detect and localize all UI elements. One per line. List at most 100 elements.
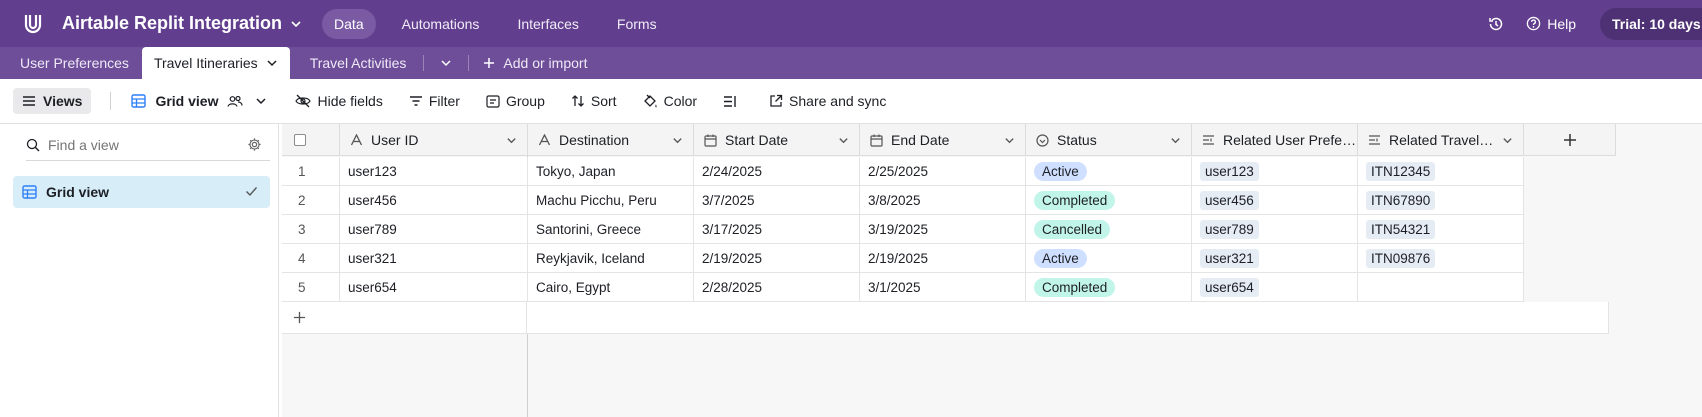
row-height-button[interactable] bbox=[723, 95, 743, 108]
linked-record-chip[interactable]: ITN12345 bbox=[1366, 161, 1436, 181]
table-row[interactable]: 1 user123 Tokyo, Japan 2/24/2025 2/25/2025 Ac… bbox=[282, 157, 1524, 189]
end-date-cell[interactable]: 3/19/2025 bbox=[860, 215, 1026, 244]
chevron-down-icon[interactable] bbox=[838, 135, 849, 146]
find-view-input[interactable]: Find a view bbox=[26, 129, 270, 161]
row-number[interactable]: 2 bbox=[282, 186, 340, 215]
current-view-button[interactable]: Grid view bbox=[131, 93, 267, 109]
table-row[interactable]: 2 user456 Machu Picchu, Peru 3/7/2025 3/8/20… bbox=[282, 186, 1524, 218]
related-user-preference-cell[interactable]: user654 bbox=[1192, 273, 1358, 302]
row-number[interactable]: 4 bbox=[282, 244, 340, 273]
related-user-preference-cell[interactable]: user123 bbox=[1192, 157, 1358, 186]
gear-icon[interactable] bbox=[247, 137, 262, 152]
related-travel-activity-cell[interactable]: ITN12345 bbox=[1358, 157, 1524, 186]
start-date-cell[interactable]: 2/24/2025 bbox=[694, 157, 860, 186]
column-header-status[interactable]: Status bbox=[1026, 124, 1192, 156]
column-header-destination[interactable]: Destination bbox=[528, 124, 694, 156]
row-number[interactable]: 5 bbox=[282, 273, 340, 302]
nav-data[interactable]: Data bbox=[322, 8, 376, 39]
home-logo-icon[interactable] bbox=[22, 13, 44, 35]
tab-user-preferences[interactable]: User Preferences bbox=[0, 47, 142, 79]
destination-cell[interactable]: Santorini, Greece bbox=[528, 215, 694, 244]
chevron-down-icon[interactable] bbox=[1004, 135, 1015, 146]
related-travel-activity-cell[interactable]: ITN67890 bbox=[1358, 186, 1524, 215]
share-and-sync-button[interactable]: Share and sync bbox=[769, 93, 886, 109]
related-travel-activity-cell[interactable]: ITN09876 bbox=[1358, 244, 1524, 273]
end-date-cell[interactable]: 2/19/2025 bbox=[860, 244, 1026, 273]
column-header-start-date[interactable]: Start Date bbox=[694, 124, 860, 156]
plus-icon[interactable] bbox=[282, 302, 527, 333]
end-date-cell[interactable]: 2/25/2025 bbox=[860, 157, 1026, 186]
sidebar-view-grid[interactable]: Grid view bbox=[13, 176, 270, 208]
related-user-preference-cell[interactable]: user789 bbox=[1192, 215, 1358, 244]
chevron-down-icon[interactable] bbox=[1502, 135, 1513, 146]
help-button[interactable]: Help bbox=[1526, 16, 1576, 32]
hide-fields-button[interactable]: Hide fields bbox=[295, 93, 383, 109]
tab-travel-itineraries[interactable]: Travel Itineraries bbox=[141, 47, 290, 79]
related-travel-activity-cell[interactable] bbox=[1358, 273, 1524, 302]
chevron-down-icon[interactable] bbox=[506, 135, 517, 146]
row-number[interactable]: 3 bbox=[282, 215, 340, 244]
nav-forms[interactable]: Forms bbox=[605, 9, 669, 39]
column-header-related-travel-activities[interactable]: Related Travel Activ… bbox=[1358, 124, 1524, 156]
select-all-checkbox[interactable] bbox=[294, 134, 306, 146]
destination-cell[interactable]: Cairo, Egypt bbox=[528, 273, 694, 302]
nav-interfaces[interactable]: Interfaces bbox=[505, 9, 590, 39]
table-row[interactable]: 3 user789 Santorini, Greece 3/17/2025 3/19/2… bbox=[282, 215, 1524, 247]
user-id-cell[interactable]: user456 bbox=[340, 186, 528, 215]
add-or-import-button[interactable]: Add or import bbox=[473, 47, 597, 79]
base-menu-chevron-icon[interactable] bbox=[290, 18, 302, 30]
user-id-cell[interactable]: user321 bbox=[340, 244, 528, 273]
chevron-down-icon[interactable] bbox=[672, 135, 683, 146]
linked-record-chip[interactable]: ITN67890 bbox=[1366, 190, 1436, 210]
linked-record-chip[interactable]: user123 bbox=[1200, 161, 1259, 181]
start-date-cell[interactable]: 2/19/2025 bbox=[694, 244, 860, 273]
chevron-down-icon[interactable] bbox=[255, 95, 267, 107]
status-cell[interactable]: Completed bbox=[1026, 186, 1192, 215]
chevron-down-icon[interactable] bbox=[266, 57, 278, 69]
column-header-related-user-preferences[interactable]: Related User Prefer… bbox=[1192, 124, 1358, 156]
column-header-end-date[interactable]: End Date bbox=[860, 124, 1026, 156]
status-cell[interactable]: Completed bbox=[1026, 273, 1192, 302]
status-cell[interactable]: Active bbox=[1026, 157, 1192, 186]
history-icon[interactable] bbox=[1488, 16, 1504, 32]
destination-cell[interactable]: Machu Picchu, Peru bbox=[528, 186, 694, 215]
linked-record-chip[interactable]: user654 bbox=[1200, 277, 1259, 297]
end-date-cell[interactable]: 3/1/2025 bbox=[860, 273, 1026, 302]
column-header-user-id[interactable]: User ID bbox=[340, 124, 528, 156]
destination-cell[interactable]: Tokyo, Japan bbox=[528, 157, 694, 186]
linked-record-chip[interactable]: ITN09876 bbox=[1366, 248, 1436, 268]
linked-record-chip[interactable]: user456 bbox=[1200, 190, 1259, 210]
linked-record-chip[interactable]: user321 bbox=[1200, 248, 1259, 268]
trial-badge[interactable]: Trial: 10 days left bbox=[1600, 7, 1702, 40]
add-record-row[interactable] bbox=[282, 302, 1609, 334]
destination-cell[interactable]: Reykjavik, Iceland bbox=[528, 244, 694, 273]
filter-button[interactable]: Filter bbox=[409, 93, 460, 109]
status-cell[interactable]: Cancelled bbox=[1026, 215, 1192, 244]
user-id-cell[interactable]: user789 bbox=[340, 215, 528, 244]
related-user-preference-cell[interactable]: user456 bbox=[1192, 186, 1358, 215]
linked-record-chip[interactable]: ITN54321 bbox=[1366, 219, 1436, 239]
color-button[interactable]: Color bbox=[643, 93, 697, 109]
related-travel-activity-cell[interactable]: ITN54321 bbox=[1358, 215, 1524, 244]
base-title[interactable]: Airtable Replit Integration bbox=[62, 13, 282, 34]
user-id-cell[interactable]: user654 bbox=[340, 273, 528, 302]
sort-button[interactable]: Sort bbox=[571, 93, 617, 109]
chevron-down-icon[interactable] bbox=[1170, 135, 1181, 146]
related-user-preference-cell[interactable]: user321 bbox=[1192, 244, 1358, 273]
table-row[interactable]: 4 user321 Reykjavik, Iceland 2/19/2025 2/19/… bbox=[282, 244, 1524, 276]
row-number[interactable]: 1 bbox=[282, 157, 340, 186]
group-button[interactable]: Group bbox=[486, 93, 545, 109]
all-tables-chevron-icon[interactable] bbox=[428, 47, 464, 79]
start-date-cell[interactable]: 3/17/2025 bbox=[694, 215, 860, 244]
tab-travel-activities[interactable]: Travel Activities bbox=[290, 47, 420, 79]
start-date-cell[interactable]: 2/28/2025 bbox=[694, 273, 860, 302]
table-row[interactable]: 5 user654 Cairo, Egypt 2/28/2025 3/1/2025 Com… bbox=[282, 273, 1524, 305]
add-field-button[interactable] bbox=[1524, 124, 1616, 156]
nav-automations[interactable]: Automations bbox=[390, 9, 492, 39]
linked-record-chip[interactable]: user789 bbox=[1200, 219, 1259, 239]
user-id-cell[interactable]: user123 bbox=[340, 157, 528, 186]
views-toggle-button[interactable]: Views bbox=[13, 88, 92, 114]
start-date-cell[interactable]: 3/7/2025 bbox=[694, 186, 860, 215]
status-cell[interactable]: Active bbox=[1026, 244, 1192, 273]
end-date-cell[interactable]: 3/8/2025 bbox=[860, 186, 1026, 215]
